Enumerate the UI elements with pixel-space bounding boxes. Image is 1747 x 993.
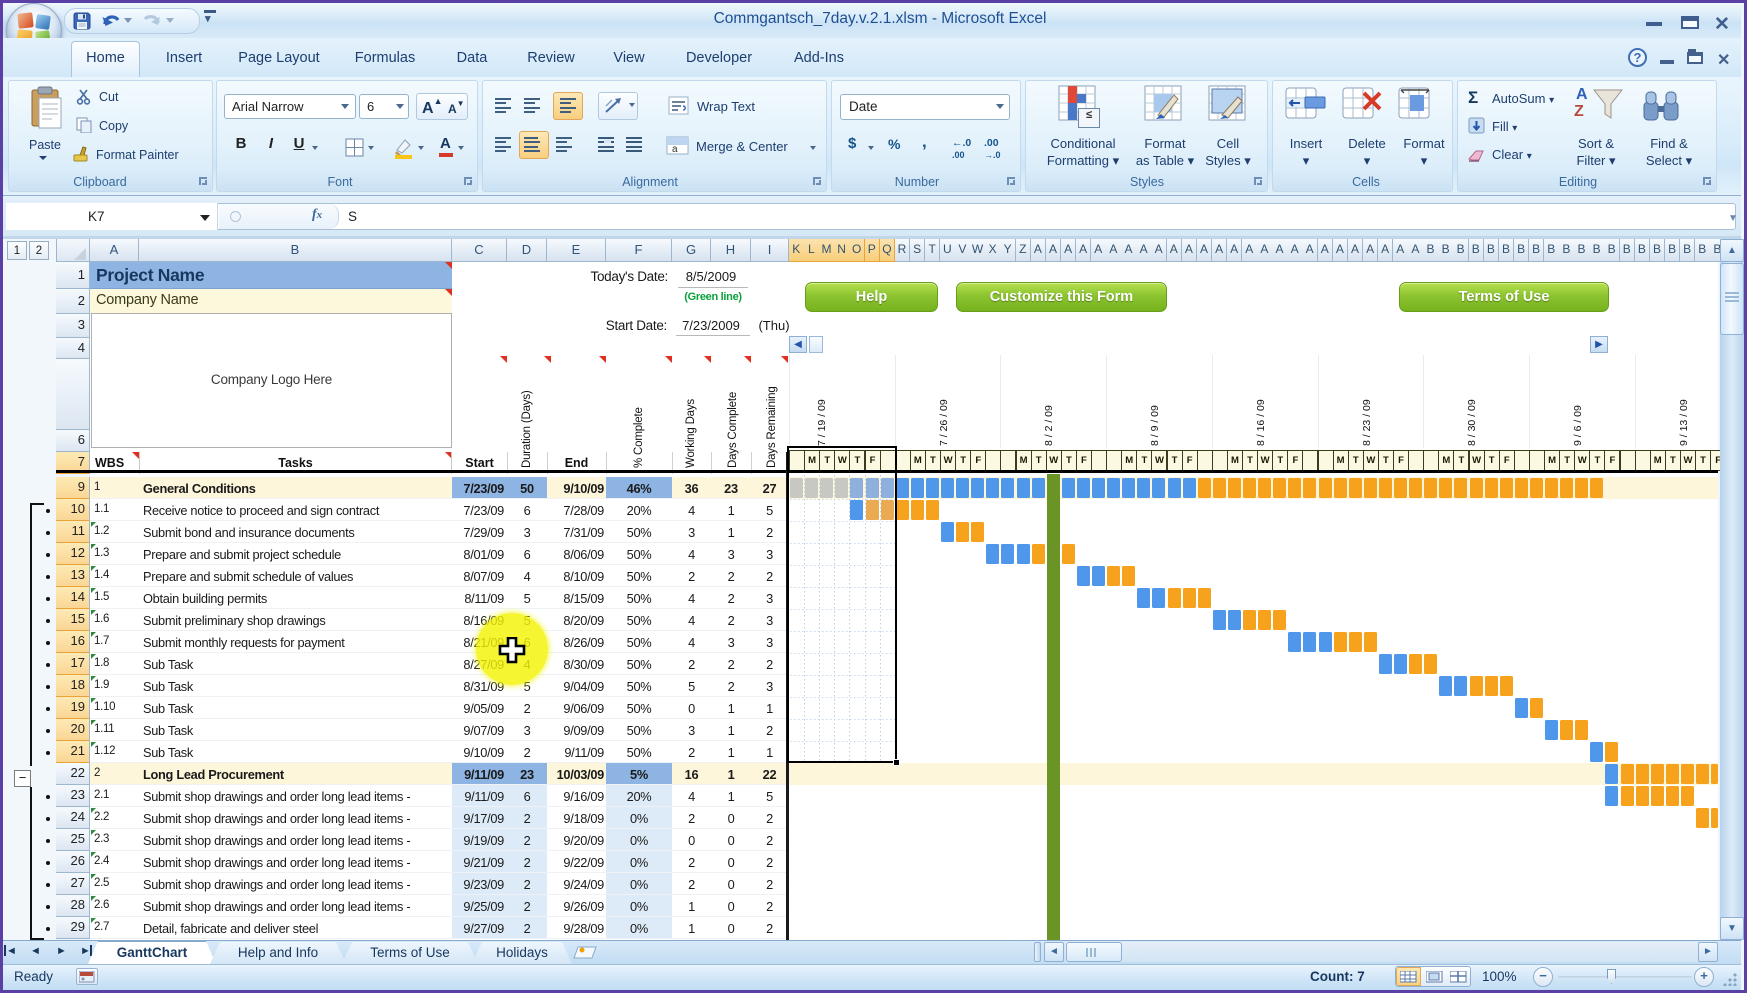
svg-text:a: a	[672, 144, 678, 155]
